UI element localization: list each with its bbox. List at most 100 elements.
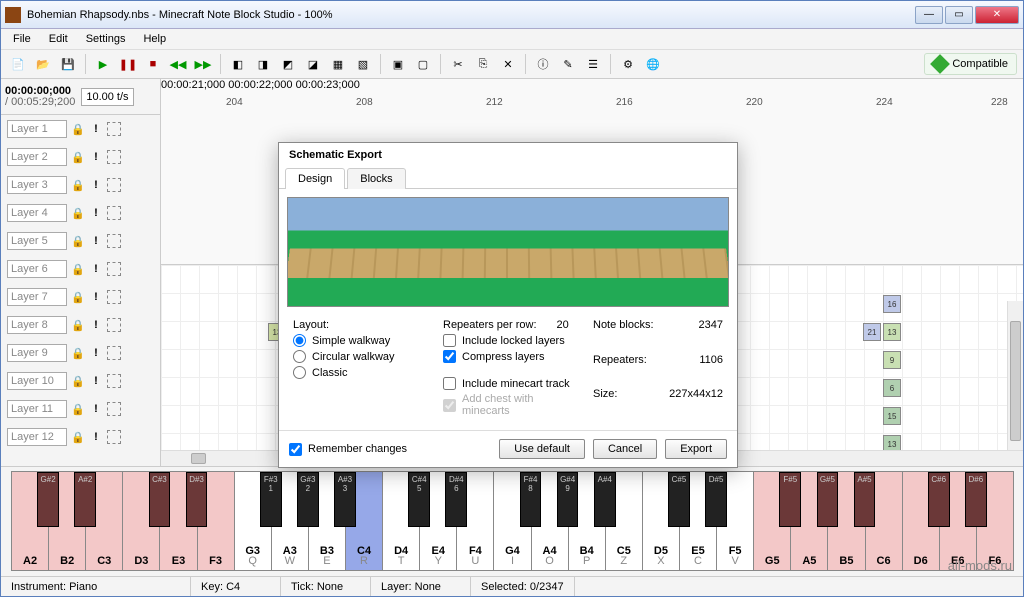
radio-simple-walkway[interactable]: Simple walkway — [293, 334, 423, 347]
solo-icon[interactable]: ! — [89, 347, 103, 359]
select-icon[interactable] — [107, 290, 121, 304]
solo-icon[interactable]: ! — [89, 235, 103, 247]
piano-key-D#6[interactable]: D#6 — [965, 472, 987, 527]
solo-icon[interactable]: ! — [89, 179, 103, 191]
select-icon[interactable] — [107, 374, 121, 388]
piano-key-F#5[interactable]: F#5 — [779, 472, 801, 527]
lock-icon[interactable]: 🔒 — [71, 375, 85, 388]
layer-name-input[interactable] — [7, 372, 67, 390]
layer-name-input[interactable] — [7, 288, 67, 306]
piano-key-D5[interactable]: D5XC#5 — [642, 471, 680, 571]
instruments-icon[interactable]: ☰ — [582, 53, 604, 75]
lock-icon[interactable]: 🔒 — [71, 319, 85, 332]
lock-icon[interactable]: 🔒 — [71, 179, 85, 192]
piano-key-A#4[interactable]: A#4 — [594, 472, 616, 527]
lock-icon[interactable]: 🔒 — [71, 347, 85, 360]
tool1-icon[interactable]: ◧ — [227, 53, 249, 75]
layer-name-input[interactable] — [7, 344, 67, 362]
select-icon[interactable] — [107, 402, 121, 416]
lock-icon[interactable]: 🔒 — [71, 151, 85, 164]
solo-icon[interactable]: ! — [89, 319, 103, 331]
cb-minecart-track[interactable]: Include minecart track — [443, 377, 573, 390]
tool3-icon[interactable]: ◩ — [277, 53, 299, 75]
export-button[interactable]: Export — [665, 439, 727, 459]
lock-icon[interactable]: 🔒 — [71, 403, 85, 416]
layer-name-input[interactable] — [7, 316, 67, 334]
tps-box[interactable]: 10.00 t/s — [81, 88, 133, 106]
lock-icon[interactable]: 🔒 — [71, 207, 85, 220]
piano-key-F#3[interactable]: F#3 1 — [260, 472, 282, 527]
tab-blocks[interactable]: Blocks — [347, 168, 405, 189]
pause-icon[interactable]: ❚❚ — [117, 53, 139, 75]
use-default-button[interactable]: Use default — [499, 439, 585, 459]
layer-name-input[interactable] — [7, 204, 67, 222]
menu-settings[interactable]: Settings — [78, 31, 134, 47]
minimize-button[interactable]: — — [915, 6, 943, 24]
tool2-icon[interactable]: ◨ — [252, 53, 274, 75]
piano-key-G#4[interactable]: G#4 9 — [557, 472, 579, 527]
stop-icon[interactable]: ■ — [142, 53, 164, 75]
layer-name-input[interactable] — [7, 120, 67, 138]
menu-file[interactable]: File — [5, 31, 39, 47]
piano-key-A#5[interactable]: A#5 — [854, 472, 876, 527]
piano-key-G3[interactable]: G3QF#3 1 — [234, 471, 272, 571]
piano-key-G#3[interactable]: G#3 2 — [297, 472, 319, 527]
rewind-icon[interactable]: ◀◀ — [167, 53, 189, 75]
cut-icon[interactable]: ✂ — [447, 53, 469, 75]
lock-icon[interactable]: 🔒 — [71, 123, 85, 136]
piano-key-A#3[interactable]: A#3 3 — [334, 472, 356, 527]
select-all-icon[interactable]: ▣ — [387, 53, 409, 75]
note-block[interactable]: 13 — [883, 323, 901, 341]
info-icon[interactable]: ⓘ — [532, 53, 554, 75]
solo-icon[interactable]: ! — [89, 263, 103, 275]
note-block[interactable]: 6 — [883, 379, 901, 397]
select-icon[interactable] — [107, 178, 121, 192]
maximize-button[interactable]: ▭ — [945, 6, 973, 24]
note-block[interactable]: 9 — [883, 351, 901, 369]
solo-icon[interactable]: ! — [89, 375, 103, 387]
delete-icon[interactable]: ✕ — [497, 53, 519, 75]
solo-icon[interactable]: ! — [89, 403, 103, 415]
solo-icon[interactable]: ! — [89, 291, 103, 303]
piano-key-A#2[interactable]: A#2 — [74, 472, 96, 527]
cb-compress-layers[interactable]: Compress layers — [443, 350, 573, 363]
save-icon[interactable]: 💾 — [57, 53, 79, 75]
piano-key-G5[interactable]: G5F#5 — [753, 471, 791, 571]
select-icon[interactable] — [107, 150, 121, 164]
select-icon[interactable] — [107, 346, 121, 360]
select-icon[interactable] — [107, 206, 121, 220]
tool6-icon[interactable]: ▧ — [352, 53, 374, 75]
solo-icon[interactable]: ! — [89, 207, 103, 219]
radio-circular-walkway[interactable]: Circular walkway — [293, 350, 423, 363]
piano-key-D#5[interactable]: D#5 — [705, 472, 727, 527]
piano-key-C#6[interactable]: C#6 — [928, 472, 950, 527]
note-block[interactable]: 13 — [883, 435, 901, 450]
radio-classic[interactable]: Classic — [293, 366, 423, 379]
solo-icon[interactable]: ! — [89, 431, 103, 443]
layer-name-input[interactable] — [7, 400, 67, 418]
piano-key-D4[interactable]: D4TC#4 5 — [382, 471, 420, 571]
cb-include-locked[interactable]: Include locked layers — [443, 334, 573, 347]
layer-name-input[interactable] — [7, 232, 67, 250]
lock-icon[interactable]: 🔒 — [71, 431, 85, 444]
note-block[interactable]: 16 — [883, 295, 901, 313]
solo-icon[interactable]: ! — [89, 123, 103, 135]
cancel-button[interactable]: Cancel — [593, 439, 657, 459]
lock-icon[interactable]: 🔒 — [71, 235, 85, 248]
menu-edit[interactable]: Edit — [41, 31, 76, 47]
layer-name-input[interactable] — [7, 176, 67, 194]
piano-key-D6[interactable]: D6C#6 — [902, 471, 940, 571]
forward-icon[interactable]: ▶▶ — [192, 53, 214, 75]
select-icon[interactable] — [107, 122, 121, 136]
piano-key-D3[interactable]: D3C#3 — [122, 471, 160, 571]
copy-icon[interactable]: ⎘ — [472, 53, 494, 75]
piano-key-G#5[interactable]: G#5 — [817, 472, 839, 527]
layer-name-input[interactable] — [7, 428, 67, 446]
tool4-icon[interactable]: ◪ — [302, 53, 324, 75]
lock-icon[interactable]: 🔒 — [71, 263, 85, 276]
globe-icon[interactable]: 🌐 — [642, 53, 664, 75]
tool5-icon[interactable]: ▦ — [327, 53, 349, 75]
close-button[interactable]: ✕ — [975, 6, 1019, 24]
new-icon[interactable]: 📄 — [7, 53, 29, 75]
select-icon[interactable] — [107, 234, 121, 248]
